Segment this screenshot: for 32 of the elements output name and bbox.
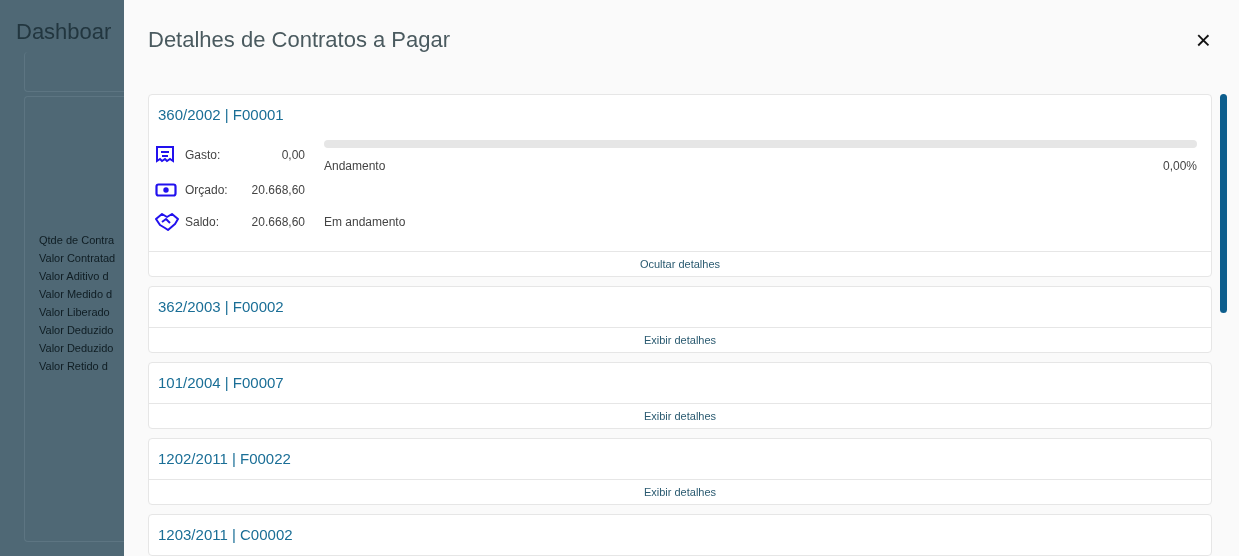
progress-reading: 0,00% — [1162, 158, 1197, 175]
show-details-link[interactable]: Exibir detalhes — [149, 327, 1211, 352]
progress-label: Andamento — [324, 158, 386, 175]
detail-value: 0,00 — [281, 147, 305, 164]
hide-details-link[interactable]: Ocultar detalhes — [149, 251, 1211, 276]
detail-value: 20.668,60 — [251, 214, 305, 231]
detail-value: 20.668,60 — [251, 182, 305, 199]
receipt-icon — [155, 145, 175, 165]
close-button[interactable]: × — [1191, 27, 1215, 53]
show-details-link[interactable]: Exibir detalhes — [149, 479, 1211, 504]
summary-label: Valor Medido d — [39, 287, 114, 302]
summary-label: Valor Aditivo d — [39, 269, 110, 284]
detail-label: Gasto: — [184, 147, 221, 164]
summary-label: Valor Deduzido — [39, 341, 115, 356]
detail-label: Orçado: — [184, 182, 228, 199]
detail-label: Saldo: — [184, 214, 220, 231]
summary-label: Valor Contratad — [39, 251, 117, 266]
contract-title[interactable]: 360/2002 | F00001 — [149, 95, 1211, 135]
summary-label: Valor Deduzido — [39, 323, 115, 338]
summary-label: Valor Liberado — [39, 305, 111, 320]
banknote-icon — [155, 183, 177, 197]
contract-title[interactable]: 1202/2011 | F00022 — [149, 439, 1211, 479]
drawer-title: Detalhes de Contratos a Pagar — [148, 26, 451, 54]
handshake-icon — [155, 213, 179, 231]
contract-title[interactable]: 101/2004 | F00007 — [149, 363, 1211, 403]
status-text: Em andamento — [323, 214, 407, 231]
scrollbar-thumb[interactable] — [1220, 94, 1227, 313]
contract-title[interactable]: 1203/2011 | C00002 — [149, 515, 1211, 555]
summary-label: Qtde de Contra — [39, 233, 116, 248]
summary-label: Valor Retido d — [39, 359, 109, 374]
show-details-link[interactable]: Exibir detalhes — [149, 403, 1211, 428]
contract-title[interactable]: 362/2003 | F00002 — [149, 287, 1211, 327]
